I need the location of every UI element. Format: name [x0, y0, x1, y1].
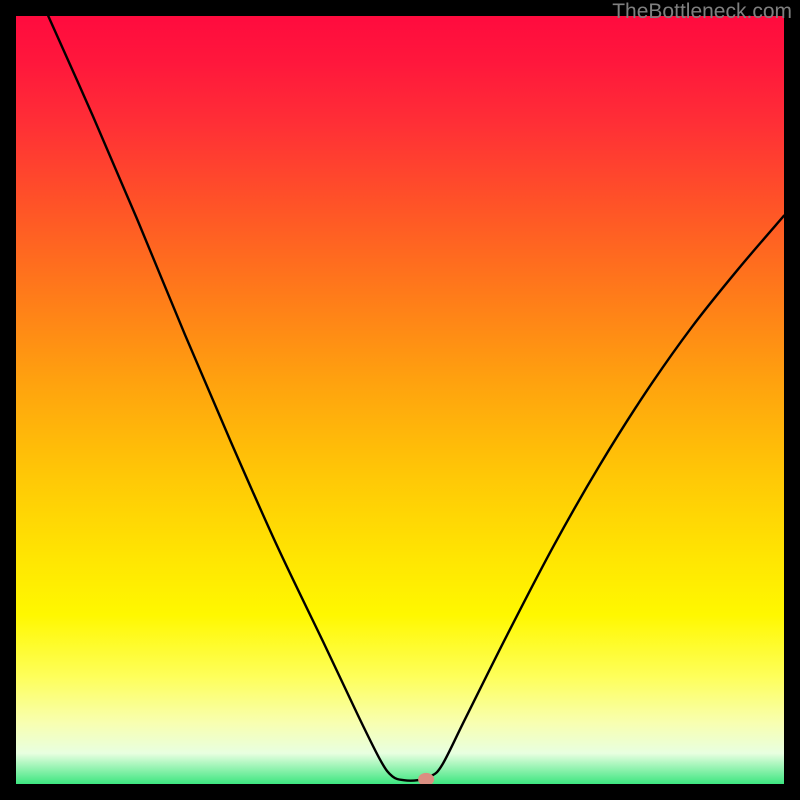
chart-gradient-background	[16, 16, 784, 784]
chart-plot-area	[16, 16, 784, 784]
attribution-label: TheBottleneck.com	[612, 0, 792, 24]
